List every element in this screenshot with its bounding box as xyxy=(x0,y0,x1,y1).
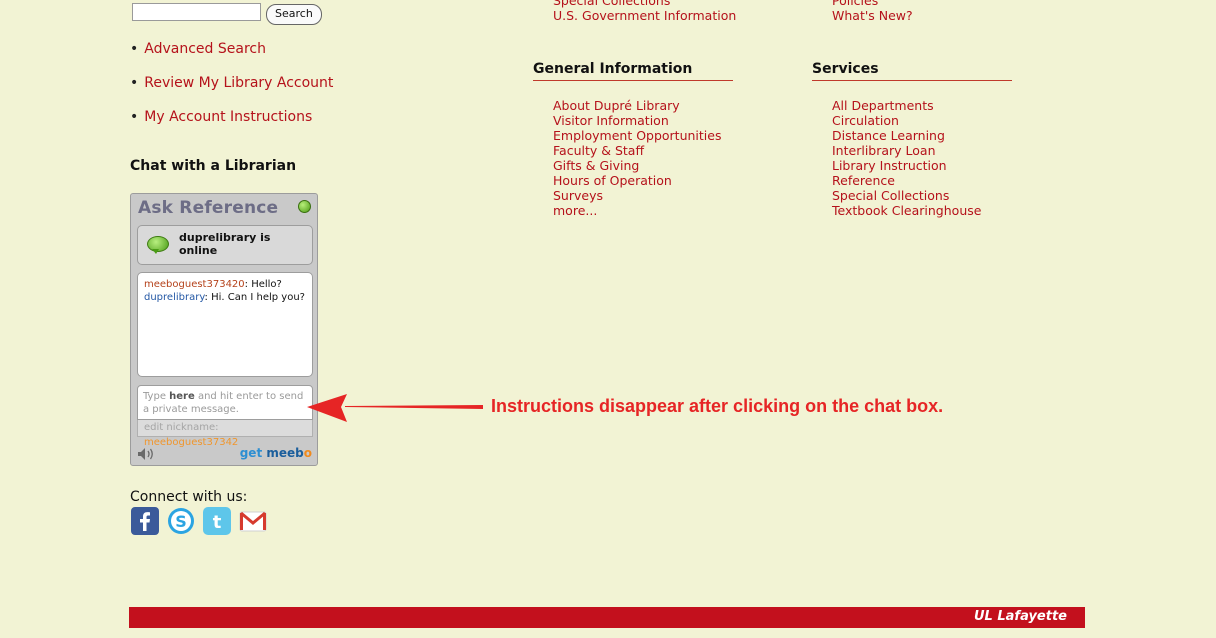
annotation-text: Instructions disappear after clicking on… xyxy=(491,396,944,416)
link-us-government-information[interactable]: U.S. Government Information xyxy=(553,8,736,23)
link-all-departments[interactable]: All Departments xyxy=(832,98,934,113)
link-visitor-information[interactable]: Visitor Information xyxy=(553,113,669,128)
link-interlibrary-loan[interactable]: Interlibrary Loan xyxy=(832,143,936,158)
search-input[interactable] xyxy=(132,3,261,21)
connect-label: Connect with us: xyxy=(130,489,248,505)
chat-message: duprelibrary: Hi. Can I help you? xyxy=(144,292,305,303)
link-employment-opportunities[interactable]: Employment Opportunities xyxy=(553,128,721,143)
facebook-icon[interactable] xyxy=(131,507,159,535)
services-heading: Services xyxy=(812,61,1012,81)
link-policies[interactable]: Policies xyxy=(832,0,878,8)
nickname-field[interactable]: edit nickname: meeboguest37342 xyxy=(137,420,313,448)
message-area[interactable]: meeboguest373420: Hello? duprelibrary: H… xyxy=(137,272,313,377)
link-about-dupre-library[interactable]: About Dupré Library xyxy=(553,98,680,113)
skype-icon[interactable]: S xyxy=(167,507,195,535)
link-whats-new[interactable]: What's New? xyxy=(832,8,913,23)
top-links-col1: Special Collections U.S. Government Info… xyxy=(553,0,736,23)
link-circulation[interactable]: Circulation xyxy=(832,113,899,128)
chat-widget: Ask Reference duprelibrary is online mee… xyxy=(130,193,318,466)
list-item: • Advanced Search xyxy=(130,41,266,57)
chat-bubble-icon xyxy=(147,236,169,254)
services-list: All Departments Circulation Distance Lea… xyxy=(832,98,981,218)
meebo-logo[interactable]: get meebo xyxy=(240,446,312,460)
list-item: • Review My Library Account xyxy=(130,75,334,91)
list-item: • My Account Instructions xyxy=(130,109,313,125)
link-special-collections[interactable]: Special Collections xyxy=(832,188,949,203)
account-instructions-link[interactable]: My Account Instructions xyxy=(144,109,312,125)
advanced-search-link[interactable]: Advanced Search xyxy=(144,41,266,57)
chat-message: meeboguest373420: Hello? xyxy=(144,279,282,290)
gmail-icon[interactable] xyxy=(239,507,267,535)
link-surveys[interactable]: Surveys xyxy=(553,188,603,203)
top-links-col2: Policies What's New? xyxy=(832,0,913,23)
link-library-instruction[interactable]: Library Instruction xyxy=(832,158,947,173)
link-distance-learning[interactable]: Distance Learning xyxy=(832,128,945,143)
review-account-link[interactable]: Review My Library Account xyxy=(144,75,333,91)
online-status-icon xyxy=(298,200,311,213)
link-gifts-giving[interactable]: Gifts & Giving xyxy=(553,158,639,173)
svg-text:t: t xyxy=(213,512,222,533)
link-reference[interactable]: Reference xyxy=(832,173,895,188)
general-information-list: About Dupré Library Visitor Information … xyxy=(553,98,721,218)
link-faculty-staff[interactable]: Faculty & Staff xyxy=(553,143,644,158)
link-special-collections-top[interactable]: Special Collections xyxy=(553,0,670,8)
chat-section-title: Chat with a Librarian xyxy=(130,158,297,174)
account-links: • Advanced Search • Review My Library Acco… xyxy=(130,40,333,142)
annotation-arrow xyxy=(307,394,483,422)
svg-text:S: S xyxy=(175,512,187,531)
speaker-icon[interactable] xyxy=(137,447,157,461)
widget-title: Ask Reference xyxy=(138,198,279,218)
footer-bar: UL Lafayette xyxy=(129,607,1085,628)
status-text: duprelibrary is online xyxy=(179,231,271,257)
link-hours-of-operation[interactable]: Hours of Operation xyxy=(553,173,672,188)
link-textbook-clearinghouse[interactable]: Textbook Clearinghouse xyxy=(832,203,981,218)
link-more[interactable]: more... xyxy=(553,203,597,218)
message-input[interactable]: Type here and hit enter to send a privat… xyxy=(137,385,313,420)
general-information-heading: General Information xyxy=(533,61,733,81)
status-box: duprelibrary is online xyxy=(137,225,313,265)
search-button[interactable]: Search xyxy=(266,4,322,25)
twitter-icon[interactable]: t xyxy=(203,507,231,535)
footer-text[interactable]: UL Lafayette xyxy=(974,609,1067,624)
